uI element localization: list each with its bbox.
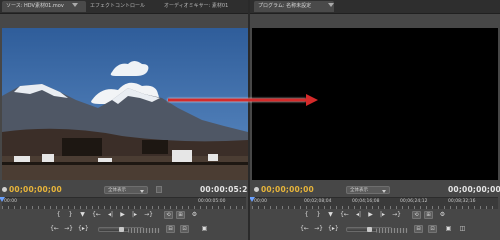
mark-out-icon[interactable]: } — [314, 211, 323, 219]
tab-effect-controls[interactable]: エフェクトコントロール — [86, 1, 164, 12]
shuttle-knob[interactable] — [367, 227, 372, 232]
go-to-in-icon[interactable]: {← — [92, 211, 101, 219]
play-icon[interactable]: ▶ — [366, 211, 375, 219]
program-tab-bar: プログラム: 名称未設定 — [250, 0, 500, 14]
set-marker-icon[interactable]: ▼ — [78, 211, 87, 219]
go-to-in-icon[interactable]: {← — [340, 211, 349, 219]
program-current-timecode[interactable]: 00;00;00;00 — [261, 185, 314, 194]
record-indicator-icon — [254, 187, 259, 192]
source-monitor-panel: ソース: HDV素材01.mov エフェクトコントロール オーディオミキサー: … — [0, 0, 248, 240]
play-in-to-out-icon[interactable]: {▸} — [78, 225, 89, 233]
set-marker-icon[interactable]: ▼ — [326, 211, 335, 219]
loop-icon[interactable]: ⟲ — [164, 211, 173, 219]
mark-in-icon[interactable]: { — [302, 211, 311, 219]
go-to-out-icon[interactable]: →} — [144, 211, 153, 219]
ruler-label: 00;06;24;12 — [400, 199, 428, 204]
source-fit-label: 全体表示 — [108, 188, 126, 193]
chevron-down-icon — [382, 190, 386, 193]
program-fit-select[interactable]: 全体表示 — [346, 186, 390, 194]
ruler-label: 00;00 — [254, 199, 267, 204]
tab-menu-chevron-icon[interactable] — [328, 3, 334, 7]
loop-icon[interactable]: ⟲ — [412, 211, 421, 219]
program-control-row-1: { } ▼ {← ◂| ▶ |▸ →} ⟲ ⊞ ⚙ — [250, 211, 500, 222]
tab-audio-mixer[interactable]: オーディオミキサー: 素材01 — [160, 1, 248, 12]
output-icon[interactable]: ⚙ — [190, 211, 199, 219]
source-tab-bar: ソース: HDV素材01.mov エフェクトコントロール オーディオミキサー: … — [0, 0, 248, 14]
extract-icon[interactable]: ⊡ — [428, 225, 437, 233]
play-in-to-out-icon[interactable]: {▸} — [328, 225, 339, 233]
ruler-label: 00;08;32;16 — [448, 199, 476, 204]
jog-wheel[interactable] — [128, 228, 160, 233]
ruler-ticks — [2, 206, 246, 209]
ruler-label: 00:00:05:00 — [198, 199, 226, 204]
shuttle-knob[interactable] — [119, 227, 124, 232]
step-back-icon[interactable]: ◂| — [106, 211, 115, 219]
mark-out-icon[interactable]: } — [66, 211, 75, 219]
export-frame-icon[interactable]: ◫ — [458, 225, 467, 233]
chevron-down-icon — [140, 190, 144, 193]
ruler-ticks — [252, 206, 498, 209]
mark-in-icon[interactable]: { — [54, 211, 63, 219]
source-current-timecode[interactable]: 00;00;00;00 — [9, 185, 62, 194]
program-duration-timecode: 00;00;00;00 — [448, 185, 500, 194]
source-time-ruler[interactable]: 00:00 00:00:05:00 — [2, 197, 246, 209]
drag-video-icon[interactable] — [156, 186, 162, 193]
step-forward-icon[interactable]: |▸ — [378, 211, 387, 219]
source-viewer[interactable] — [2, 28, 248, 180]
trim-icon[interactable]: ▣ — [444, 225, 453, 233]
program-monitor-panel: プログラム: 名称未設定 00;00;00;00 全体表示 00;00;00;0… — [250, 0, 500, 240]
tab-program[interactable]: プログラム: 名称未設定 — [254, 1, 334, 12]
step-back-icon[interactable]: ◂| — [354, 211, 363, 219]
source-timecode-row: 00;00;00;00 全体表示 00:00:05:22 — [0, 183, 248, 197]
ruler-label: 00;04;16;08 — [352, 199, 380, 204]
go-to-previous-edit-icon[interactable]: {← — [50, 225, 59, 233]
ruler-label: 00:00 — [4, 199, 17, 204]
go-to-out-icon[interactable]: →} — [392, 211, 401, 219]
jog-wheel[interactable] — [376, 228, 408, 233]
program-time-ruler[interactable]: 00;00 00;02;08;04 00;04;16;08 00;06;24;1… — [252, 197, 498, 209]
source-control-row-1: { } ▼ {← ◂| ▶ |▸ →} ⟲ ⊞ ⚙ — [0, 211, 248, 222]
program-control-row-2: {← →} {▸} ⊟ ⊡ ▣ ◫ — [250, 225, 500, 236]
program-fit-label: 全体表示 — [350, 188, 368, 193]
go-to-next-edit-icon[interactable]: →} — [64, 225, 73, 233]
video-frame-mountain-scene — [2, 28, 248, 180]
source-duration-timecode: 00:00:05:22 — [200, 185, 248, 194]
program-timecode-row: 00;00;00;00 全体表示 00;00;00;00 — [250, 183, 500, 197]
play-icon[interactable]: ▶ — [118, 211, 127, 219]
program-playhead[interactable] — [250, 197, 255, 202]
insert-icon[interactable]: ⊟ — [166, 225, 175, 233]
safe-margins-icon[interactable]: ⊞ — [424, 211, 433, 219]
source-playhead[interactable] — [0, 197, 5, 202]
toggle-take-audio-video-icon[interactable]: ▣ — [200, 225, 209, 233]
ruler-label: 00;02;08;04 — [304, 199, 332, 204]
go-to-next-edit-icon[interactable]: →} — [314, 225, 323, 233]
source-fit-select[interactable]: 全体表示 — [104, 186, 148, 194]
program-viewer[interactable] — [252, 28, 498, 180]
overlay-icon[interactable]: ⊡ — [180, 225, 189, 233]
step-forward-icon[interactable]: |▸ — [130, 211, 139, 219]
tab-menu-chevron-icon[interactable] — [72, 3, 78, 7]
source-control-row-2: {← →} {▸} ⊟ ⊡ ▣ — [0, 225, 248, 236]
go-to-previous-edit-icon[interactable]: {← — [300, 225, 309, 233]
output-icon[interactable]: ⚙ — [438, 211, 447, 219]
safe-margins-icon[interactable]: ⊞ — [176, 211, 185, 219]
record-indicator-icon — [2, 187, 7, 192]
lift-icon[interactable]: ⊟ — [414, 225, 423, 233]
